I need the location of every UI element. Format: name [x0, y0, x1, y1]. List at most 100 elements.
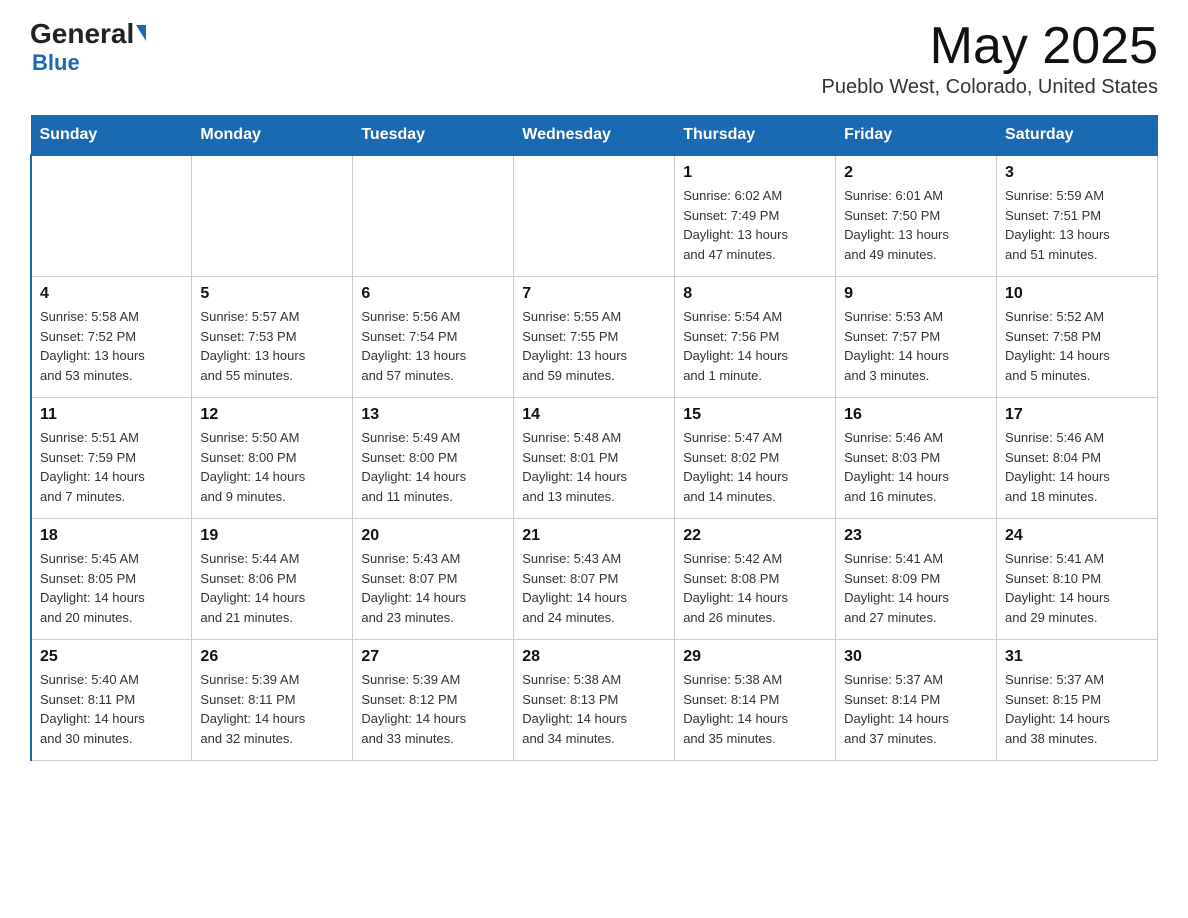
day-number: 29	[683, 648, 827, 666]
day-number: 26	[200, 648, 344, 666]
day-info: Sunrise: 5:57 AM Sunset: 7:53 PM Dayligh…	[200, 307, 344, 385]
calendar-cell: 5 Sunrise: 5:57 AM Sunset: 7:53 PM Daylig…	[192, 277, 353, 398]
title-block: May 2025 Pueblo West, Colorado, United S…	[822, 20, 1158, 99]
calendar-cell: 16Sunrise: 5:46 AM Sunset: 8:03 PM Dayli…	[836, 398, 997, 519]
day-info: Sunrise: 5:43 AM Sunset: 8:07 PM Dayligh…	[522, 549, 666, 627]
day-info: Sunrise: 5:49 AM Sunset: 8:00 PM Dayligh…	[361, 428, 505, 506]
calendar-cell	[192, 155, 353, 277]
calendar-cell: 13 Sunrise: 5:49 AM Sunset: 8:00 PM Dayli…	[353, 398, 514, 519]
day-number: 7	[522, 285, 666, 303]
day-info: Sunrise: 5:46 AM Sunset: 8:04 PM Dayligh…	[1005, 428, 1149, 506]
day-info: Sunrise: 5:39 AM Sunset: 8:12 PM Dayligh…	[361, 670, 505, 748]
day-info: Sunrise: 5:42 AM Sunset: 8:08 PM Dayligh…	[683, 549, 827, 627]
day-info: Sunrise: 5:53 AM Sunset: 7:57 PM Dayligh…	[844, 307, 988, 385]
calendar-cell: 9 Sunrise: 5:53 AM Sunset: 7:57 PM Daylig…	[836, 277, 997, 398]
day-number: 25	[40, 648, 183, 666]
day-info: Sunrise: 6:02 AM Sunset: 7:49 PM Dayligh…	[683, 186, 827, 264]
calendar-week-row: 1Sunrise: 6:02 AM Sunset: 7:49 PM Daylig…	[31, 155, 1158, 277]
calendar-cell: 22 Sunrise: 5:42 AM Sunset: 8:08 PM Dayli…	[675, 519, 836, 640]
day-number: 6	[361, 285, 505, 303]
day-number: 18	[40, 527, 183, 545]
day-info: Sunrise: 5:45 AM Sunset: 8:05 PM Dayligh…	[40, 549, 183, 627]
logo-general: General	[30, 20, 146, 48]
day-info: Sunrise: 5:56 AM Sunset: 7:54 PM Dayligh…	[361, 307, 505, 385]
days-of-week-row: SundayMondayTuesdayWednesdayThursdayFrid…	[31, 116, 1158, 156]
calendar-cell: 2 Sunrise: 6:01 AM Sunset: 7:50 PM Daylig…	[836, 155, 997, 277]
day-number: 9	[844, 285, 988, 303]
day-info: Sunrise: 5:38 AM Sunset: 8:13 PM Dayligh…	[522, 670, 666, 748]
day-number: 19	[200, 527, 344, 545]
day-number: 20	[361, 527, 505, 545]
calendar-cell: 23Sunrise: 5:41 AM Sunset: 8:09 PM Dayli…	[836, 519, 997, 640]
day-number: 12	[200, 406, 344, 424]
day-number: 13	[361, 406, 505, 424]
day-number: 10	[1005, 285, 1149, 303]
logo-blue-text: Blue	[32, 50, 80, 76]
day-number: 4	[40, 285, 183, 303]
calendar-cell: 11 Sunrise: 5:51 AM Sunset: 7:59 PM Dayli…	[31, 398, 192, 519]
calendar-week-row: 25 Sunrise: 5:40 AM Sunset: 8:11 PM Dayli…	[31, 640, 1158, 761]
day-number: 17	[1005, 406, 1149, 424]
day-info: Sunrise: 5:47 AM Sunset: 8:02 PM Dayligh…	[683, 428, 827, 506]
day-of-week-header: Sunday	[31, 116, 192, 156]
calendar-cell: 28 Sunrise: 5:38 AM Sunset: 8:13 PM Dayli…	[514, 640, 675, 761]
day-info: Sunrise: 5:40 AM Sunset: 8:11 PM Dayligh…	[40, 670, 183, 748]
day-info: Sunrise: 5:43 AM Sunset: 8:07 PM Dayligh…	[361, 549, 505, 627]
calendar-cell: 24Sunrise: 5:41 AM Sunset: 8:10 PM Dayli…	[997, 519, 1158, 640]
calendar-cell: 6 Sunrise: 5:56 AM Sunset: 7:54 PM Daylig…	[353, 277, 514, 398]
day-of-week-header: Wednesday	[514, 116, 675, 156]
day-info: Sunrise: 6:01 AM Sunset: 7:50 PM Dayligh…	[844, 186, 988, 264]
calendar-cell: 7 Sunrise: 5:55 AM Sunset: 7:55 PM Daylig…	[514, 277, 675, 398]
calendar-cell: 20 Sunrise: 5:43 AM Sunset: 8:07 PM Dayli…	[353, 519, 514, 640]
calendar-week-row: 11 Sunrise: 5:51 AM Sunset: 7:59 PM Dayli…	[31, 398, 1158, 519]
day-number: 3	[1005, 164, 1149, 182]
page-header: General Blue May 2025 Pueblo West, Color…	[30, 20, 1158, 99]
logo-general-text: General	[30, 20, 134, 48]
day-number: 28	[522, 648, 666, 666]
month-title: May 2025	[822, 20, 1158, 72]
calendar-cell: 12 Sunrise: 5:50 AM Sunset: 8:00 PM Dayli…	[192, 398, 353, 519]
day-number: 11	[40, 406, 183, 424]
day-info: Sunrise: 5:38 AM Sunset: 8:14 PM Dayligh…	[683, 670, 827, 748]
day-info: Sunrise: 5:50 AM Sunset: 8:00 PM Dayligh…	[200, 428, 344, 506]
calendar-cell: 17 Sunrise: 5:46 AM Sunset: 8:04 PM Dayli…	[997, 398, 1158, 519]
day-number: 8	[683, 285, 827, 303]
day-info: Sunrise: 5:44 AM Sunset: 8:06 PM Dayligh…	[200, 549, 344, 627]
day-info: Sunrise: 5:39 AM Sunset: 8:11 PM Dayligh…	[200, 670, 344, 748]
day-number: 22	[683, 527, 827, 545]
day-number: 5	[200, 285, 344, 303]
day-number: 15	[683, 406, 827, 424]
calendar-cell: 10Sunrise: 5:52 AM Sunset: 7:58 PM Dayli…	[997, 277, 1158, 398]
calendar-cell: 25 Sunrise: 5:40 AM Sunset: 8:11 PM Dayli…	[31, 640, 192, 761]
day-number: 27	[361, 648, 505, 666]
calendar-cell: 1Sunrise: 6:02 AM Sunset: 7:49 PM Daylig…	[675, 155, 836, 277]
day-info: Sunrise: 5:41 AM Sunset: 8:10 PM Dayligh…	[1005, 549, 1149, 627]
calendar-cell	[514, 155, 675, 277]
calendar-cell: 31Sunrise: 5:37 AM Sunset: 8:15 PM Dayli…	[997, 640, 1158, 761]
calendar-header: SundayMondayTuesdayWednesdayThursdayFrid…	[31, 116, 1158, 156]
day-number: 30	[844, 648, 988, 666]
calendar-cell: 18 Sunrise: 5:45 AM Sunset: 8:05 PM Dayli…	[31, 519, 192, 640]
calendar-cell: 26 Sunrise: 5:39 AM Sunset: 8:11 PM Dayli…	[192, 640, 353, 761]
day-of-week-header: Tuesday	[353, 116, 514, 156]
day-info: Sunrise: 5:37 AM Sunset: 8:15 PM Dayligh…	[1005, 670, 1149, 748]
calendar-cell: 8Sunrise: 5:54 AM Sunset: 7:56 PM Daylig…	[675, 277, 836, 398]
logo: General Blue	[30, 20, 146, 76]
calendar-body: 1Sunrise: 6:02 AM Sunset: 7:49 PM Daylig…	[31, 155, 1158, 761]
day-number: 2	[844, 164, 988, 182]
calendar-week-row: 4 Sunrise: 5:58 AM Sunset: 7:52 PM Daylig…	[31, 277, 1158, 398]
day-info: Sunrise: 5:51 AM Sunset: 7:59 PM Dayligh…	[40, 428, 183, 506]
calendar-week-row: 18 Sunrise: 5:45 AM Sunset: 8:05 PM Dayli…	[31, 519, 1158, 640]
calendar-cell	[353, 155, 514, 277]
day-info: Sunrise: 5:46 AM Sunset: 8:03 PM Dayligh…	[844, 428, 988, 506]
calendar-cell: 14Sunrise: 5:48 AM Sunset: 8:01 PM Dayli…	[514, 398, 675, 519]
calendar-cell: 30Sunrise: 5:37 AM Sunset: 8:14 PM Dayli…	[836, 640, 997, 761]
calendar-cell: 19 Sunrise: 5:44 AM Sunset: 8:06 PM Dayli…	[192, 519, 353, 640]
calendar-cell: 29 Sunrise: 5:38 AM Sunset: 8:14 PM Dayli…	[675, 640, 836, 761]
day-info: Sunrise: 5:55 AM Sunset: 7:55 PM Dayligh…	[522, 307, 666, 385]
logo-triangle-icon	[136, 25, 146, 41]
calendar-cell	[31, 155, 192, 277]
day-info: Sunrise: 5:58 AM Sunset: 7:52 PM Dayligh…	[40, 307, 183, 385]
day-info: Sunrise: 5:41 AM Sunset: 8:09 PM Dayligh…	[844, 549, 988, 627]
day-number: 14	[522, 406, 666, 424]
